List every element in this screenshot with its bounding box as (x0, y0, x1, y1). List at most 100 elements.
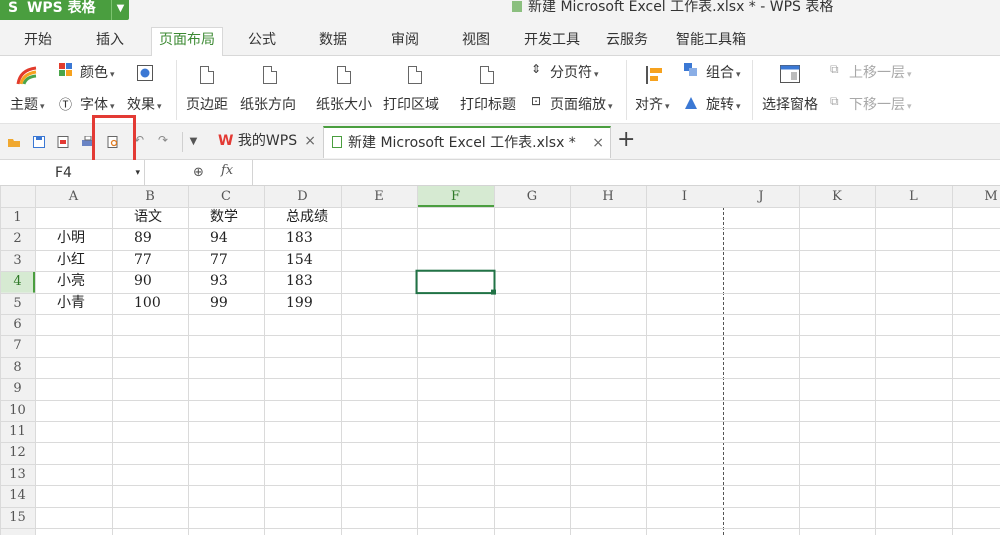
divider (626, 60, 627, 120)
cell-c2[interactable]: 94 (210, 228, 228, 249)
font-button[interactable]: 字体 ▾ (80, 94, 115, 114)
page-scale-button[interactable]: 页面缩放 ▾ (550, 94, 613, 114)
color-button[interactable]: 颜色 ▾ (80, 62, 115, 82)
margins-button[interactable]: 页边距 (186, 94, 228, 114)
column-header-c[interactable]: C (188, 186, 264, 207)
column-header-j[interactable]: J (723, 186, 799, 207)
spreadsheet-grid[interactable]: A B C D E F G H I J K L M 1 2 3 4 5 6 7 8 9 10 11 12 13 14 15 语文 数学 总成… (0, 186, 1000, 535)
group-button[interactable]: 组合 ▾ (706, 62, 741, 82)
cell-a4[interactable]: 小亮 (57, 271, 85, 292)
spreadsheet-file-icon (512, 1, 522, 12)
row-header-2[interactable]: 2 (0, 228, 35, 249)
name-box[interactable]: F4 ▾ (0, 160, 145, 186)
column-header-f[interactable]: F (417, 186, 494, 207)
column-header-k[interactable]: K (799, 186, 875, 207)
column-header-l[interactable]: L (875, 186, 952, 207)
row-header-5[interactable]: 5 (0, 293, 35, 314)
tab-smart-tools[interactable]: 智能工具箱 (676, 28, 746, 56)
open-folder-icon[interactable] (8, 136, 20, 148)
row-header-8[interactable]: 8 (0, 357, 35, 378)
bring-forward-button[interactable]: 上移一层 ▾ (849, 62, 912, 82)
cell-c4[interactable]: 93 (210, 271, 228, 292)
zoom-icon[interactable]: ⊕ (193, 165, 204, 180)
row-header-12[interactable]: 12 (0, 442, 35, 463)
function-icon[interactable]: fx (221, 163, 233, 178)
cell-c5[interactable]: 99 (210, 293, 228, 314)
cell-d5[interactable]: 199 (286, 293, 313, 314)
cell-d2[interactable]: 183 (286, 228, 313, 249)
column-header-a[interactable]: A (35, 186, 112, 207)
row-header-9[interactable]: 9 (0, 378, 35, 399)
app-menu-button[interactable]: S WPS 表格 ▼ (0, 0, 129, 20)
orientation-button[interactable]: 纸张方向 (240, 94, 296, 114)
tab-formulas[interactable]: 公式 (248, 28, 276, 56)
cell-b4[interactable]: 90 (134, 271, 152, 292)
align-button[interactable]: 对齐 ▾ (635, 94, 670, 114)
tab-page-layout[interactable]: 页面布局 (151, 27, 223, 57)
row-header-10[interactable]: 10 (0, 400, 35, 421)
rotate-button[interactable]: 旋转 ▾ (706, 94, 741, 114)
tab-insert[interactable]: 插入 (96, 28, 124, 56)
print-area-button[interactable]: 打印区域 (383, 94, 439, 114)
theme-button[interactable]: 主题 ▾ (10, 94, 45, 114)
redo-icon[interactable]: ↷ (158, 133, 170, 147)
column-header-d[interactable]: D (264, 186, 341, 207)
cell-b1[interactable]: 语文 (134, 207, 162, 228)
print-titles-button[interactable]: 打印标题 (460, 94, 516, 114)
cell-d1[interactable]: 总成绩 (286, 207, 328, 228)
row-header-7[interactable]: 7 (0, 335, 35, 356)
close-icon[interactable]: × (592, 128, 604, 158)
chevron-down-icon[interactable]: ▼ (111, 0, 129, 20)
send-backward-button[interactable]: 下移一层 ▾ (849, 94, 912, 114)
cell-d3[interactable]: 154 (286, 250, 313, 271)
row-header-15[interactable]: 15 (0, 507, 35, 528)
column-header-b[interactable]: B (112, 186, 188, 207)
page-scale-icon: ⊡ (531, 94, 542, 108)
align-label: 对齐 (635, 97, 663, 113)
tab-cloud[interactable]: 云服务 (606, 28, 648, 56)
wps-logo-icon: S (8, 0, 19, 16)
column-header-e[interactable]: E (341, 186, 417, 207)
add-tab-button[interactable]: + (617, 128, 635, 152)
cell-b2[interactable]: 89 (134, 228, 152, 249)
effect-button[interactable]: 效果 ▾ (127, 94, 162, 114)
page-break-button[interactable]: 分页符 ▾ (550, 62, 599, 82)
column-header-h[interactable]: H (570, 186, 646, 207)
row-header-1[interactable]: 1 (0, 207, 35, 228)
tab-review[interactable]: 审阅 (391, 28, 419, 56)
row-header-13[interactable]: 13 (0, 464, 35, 485)
chevron-down-icon[interactable]: ▾ (135, 160, 140, 186)
tab-data[interactable]: 数据 (319, 28, 347, 56)
cell-d4[interactable]: 183 (286, 271, 313, 292)
close-icon[interactable]: × (304, 126, 316, 156)
cell-a2[interactable]: 小明 (57, 228, 85, 249)
row-header-14[interactable]: 14 (0, 485, 35, 506)
save-icon[interactable] (33, 136, 45, 148)
cell-c1[interactable]: 数学 (210, 207, 238, 228)
tab-my-wps[interactable]: W 我的WPS × (210, 126, 322, 158)
chevron-down-icon[interactable]: ▼ (182, 132, 204, 152)
cell-b5[interactable]: 100 (134, 293, 161, 314)
column-header-g[interactable]: G (494, 186, 570, 207)
paper-size-button[interactable]: 纸张大小 (316, 94, 372, 114)
row-header-3[interactable]: 3 (0, 250, 35, 271)
tab-developer[interactable]: 开发工具 (524, 28, 580, 56)
tab-workbook[interactable]: 新建 Microsoft Excel 工作表.xlsx * × (323, 126, 611, 158)
effect-icon[interactable] (137, 65, 153, 81)
print-area-icon (408, 66, 422, 84)
cell-a3[interactable]: 小红 (57, 250, 85, 271)
row-header-6[interactable]: 6 (0, 314, 35, 335)
row-header-11[interactable]: 11 (0, 421, 35, 442)
row-header-4[interactable]: 4 (0, 271, 35, 292)
column-header-m[interactable]: M (952, 186, 1000, 207)
cell-a5[interactable]: 小青 (57, 293, 85, 314)
selection-pane-icon (780, 65, 800, 83)
tab-view[interactable]: 视图 (462, 28, 490, 56)
page-scale-label: 页面缩放 (550, 97, 606, 113)
selection-pane-button[interactable]: 选择窗格 (762, 94, 818, 114)
cell-c3[interactable]: 77 (210, 250, 228, 271)
tab-home[interactable]: 开始 (24, 28, 52, 56)
output-pdf-icon[interactable] (57, 136, 69, 148)
column-header-i[interactable]: I (646, 186, 723, 207)
cell-b3[interactable]: 77 (134, 250, 152, 271)
